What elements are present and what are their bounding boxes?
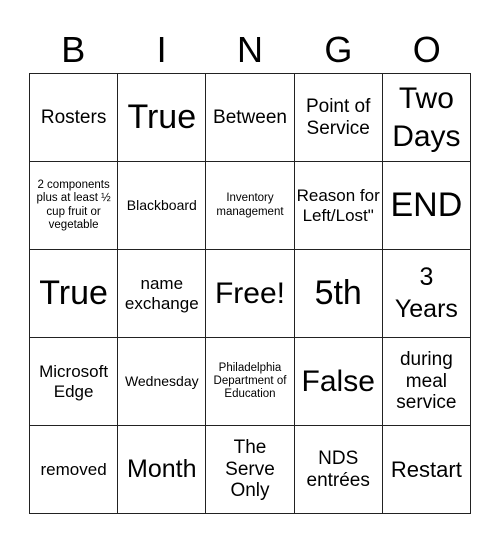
header-letter-n: N bbox=[236, 29, 263, 70]
bingo-cell[interactable]: Rosters bbox=[30, 74, 119, 162]
bingo-cell[interactable]: True bbox=[118, 74, 207, 162]
bingo-cell[interactable]: Microsoft Edge bbox=[30, 338, 119, 426]
bingo-cell[interactable]: Two Days bbox=[382, 74, 471, 162]
bingo-cell[interactable]: NDS entrées bbox=[294, 426, 383, 514]
bingo-cell[interactable]: False bbox=[294, 338, 383, 426]
bingo-cell[interactable]: Blackboard bbox=[118, 162, 207, 250]
bingo-cell[interactable]: Reason for Left/Lost" bbox=[294, 162, 383, 250]
bingo-cell[interactable]: True bbox=[30, 250, 119, 338]
bingo-cell[interactable]: removed bbox=[30, 426, 119, 514]
header-letter-o: O bbox=[412, 29, 441, 70]
bingo-cell[interactable]: Inventory management bbox=[206, 162, 295, 250]
header-letter-b: B bbox=[61, 29, 86, 70]
bingo-grid: Rosters True Between Point of Service Two Da… bbox=[29, 73, 471, 514]
bingo-cell[interactable]: Restart bbox=[382, 426, 471, 514]
bingo-cell[interactable]: Wednesday bbox=[118, 338, 207, 426]
free-space-cell[interactable]: Free! bbox=[206, 250, 295, 338]
bingo-cell[interactable]: 3 Years bbox=[382, 250, 471, 338]
header-letter-g: G bbox=[324, 29, 353, 70]
bingo-cell[interactable]: Between bbox=[206, 74, 295, 162]
bingo-cell[interactable]: 5th bbox=[294, 250, 383, 338]
bingo-cell[interactable]: The Serve Only bbox=[206, 426, 295, 514]
bingo-cell[interactable]: Month bbox=[118, 426, 207, 514]
header-letter-i: I bbox=[156, 29, 167, 70]
bingo-cell[interactable]: 2 components plus at least ½ cup fruit o… bbox=[30, 162, 119, 250]
bingo-cell[interactable]: Point of Service bbox=[294, 74, 383, 162]
bingo-cell[interactable]: during meal service bbox=[382, 338, 471, 426]
bingo-cell[interactable]: name exchange bbox=[118, 250, 207, 338]
bingo-header: B I N G O bbox=[29, 28, 471, 72]
bingo-cell[interactable]: Philadelphia Department of Education bbox=[206, 338, 295, 426]
bingo-cell[interactable]: END bbox=[382, 162, 471, 250]
